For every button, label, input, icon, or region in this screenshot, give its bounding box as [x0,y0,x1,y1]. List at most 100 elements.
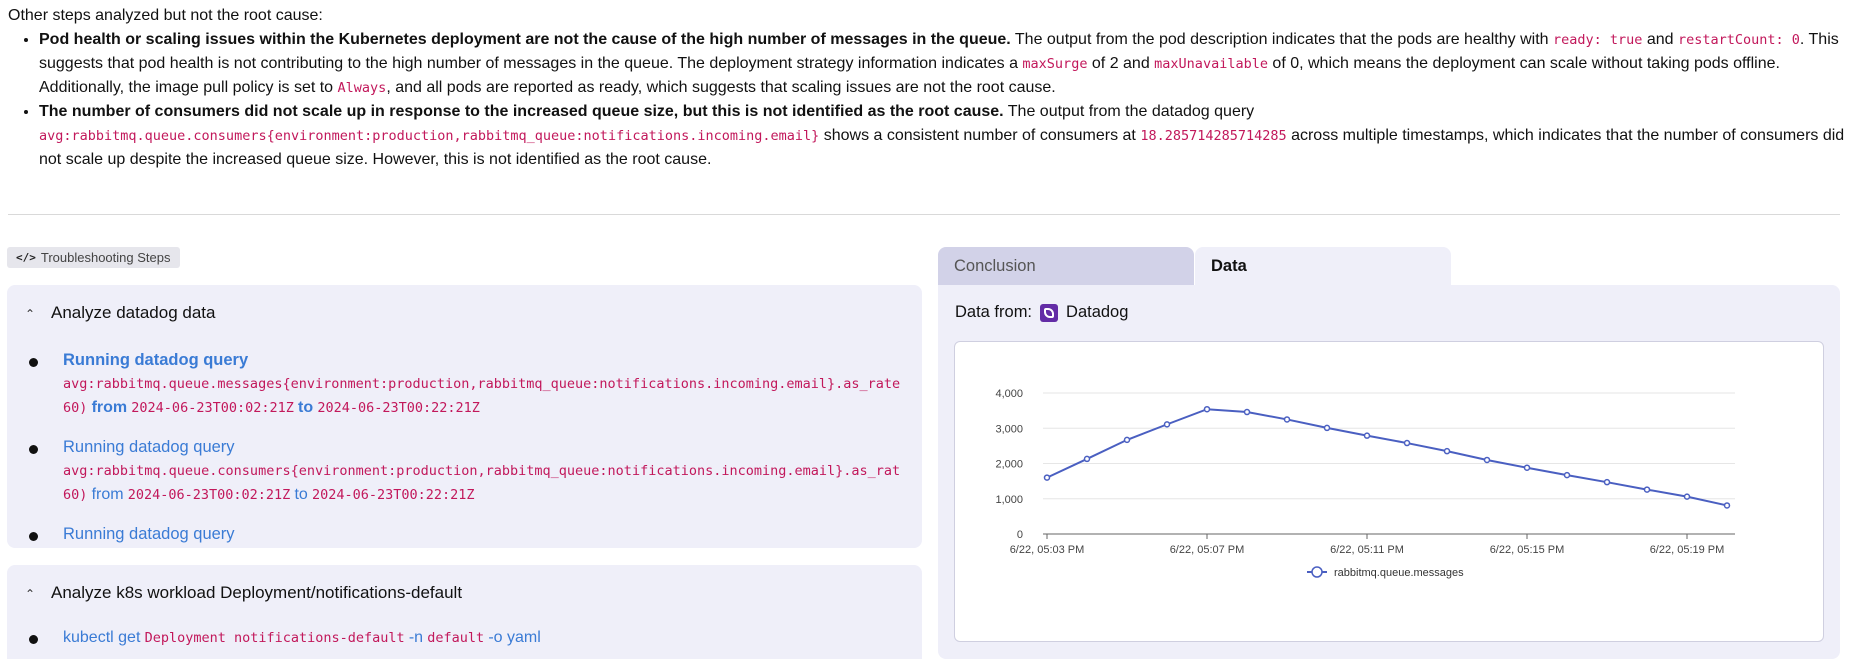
tab-conclusion[interactable]: Conclusion [938,247,1194,285]
step-title-link[interactable]: Running datadog query [63,525,235,544]
section-title: Analyze k8s workload Deployment/notifica… [51,583,463,602]
command-arg: Deployment notifications-default [144,630,405,646]
summary-text: and [1642,31,1678,48]
inline-code: maxUnavailable [1154,56,1268,72]
query-range-line: 60) from 2024-06-23T00:02:21Z to 2024-06… [63,396,480,420]
section-header[interactable]: ⌃ Analyze k8s workload Deployment/notifi… [25,583,462,603]
section-analyze-datadog: ⌃ Analyze datadog data Running datadog q… [7,285,922,548]
legend-label: rabbitmq.queue.messages [1334,567,1464,579]
y-tick-label: 2,000 [995,459,1023,471]
to-label: to [298,399,314,416]
from-label: from [91,486,124,503]
y-tick-label: 1,000 [995,494,1023,506]
data-point [1363,432,1371,439]
kubectl-command[interactable]: kubectl get Deployment notifications-def… [63,626,541,650]
legend-marker [1311,566,1323,578]
y-tick-label: 3,000 [995,423,1023,435]
series-line [1046,408,1728,507]
troubleshooting-steps-badge: </> Troubleshooting Steps [7,247,181,268]
data-source: Data from: Datadog [955,303,1128,322]
query-code: 60) [63,400,88,416]
command-arg: default [427,630,485,646]
step-item: Running datadog query avg:rabbitmq.queue… [29,438,922,508]
bullet [29,445,38,454]
data-point [1283,416,1291,423]
query-line: avg:rabbitmq.queue.consumers{environment… [63,459,900,483]
summary-heading: Other steps analyzed but not the root ca… [8,7,323,24]
x-tick-label: 6/22, 05:15 PM [1490,544,1565,556]
data-point [1723,502,1731,509]
bullet [29,358,38,367]
query-line: avg:rabbitmq.queue.messages{environment:… [63,372,900,396]
data-tab-content: Data from: Datadog 0 1,000 2,000 3,000 4,000… [938,285,1840,659]
step-item: kubectl get Deployment notifications-def… [29,628,922,652]
inline-code: restartCount: 0 [1678,32,1800,48]
command-text: kubectl get [63,629,141,646]
summary-text: The output from the datadog query [1003,103,1255,120]
summary-item-pod-health: Pod health or scaling issues within the … [39,28,1848,100]
source-name: Datadog [1066,303,1129,321]
data-point [1323,424,1331,432]
chevron-up-icon[interactable]: ⌃ [25,587,37,601]
command-text: -n [408,629,424,646]
from-time: 2024-06-23T00:02:21Z [131,400,294,416]
step-title-link[interactable]: Running datadog query [63,351,248,370]
step-title-link[interactable]: Running datadog query [63,438,235,457]
to-time: 2024-06-23T00:22:21Z [317,400,480,416]
to-label: to [294,486,308,503]
data-point [1683,493,1691,500]
section-header[interactable]: ⌃ Analyze datadog data [25,303,215,323]
command-text: -o yaml [488,629,541,646]
data-point [1043,474,1051,481]
data-from-label: Data from: [955,303,1033,321]
from-label: from [91,399,128,416]
data-point [1403,439,1411,447]
x-tick-label: 6/22, 05:19 PM [1650,544,1725,556]
summary-text: The output from the pod description indi… [1010,31,1553,48]
code-icon: </> [16,251,36,264]
tab-data[interactable]: Data [1195,247,1451,285]
inline-code: avg:rabbitmq.queue.consumers{environment… [39,128,820,144]
data-point [1563,471,1571,479]
to-time: 2024-06-23T00:22:21Z [311,487,475,503]
data-point [1163,421,1171,428]
y-tick-label: 4,000 [995,388,1023,400]
step-item: Running datadog query [29,525,922,548]
summary-item-title: The number of consumers did not scale up… [39,103,1004,120]
data-point [1483,456,1491,464]
data-point [1123,436,1131,444]
section-divider [8,214,1840,215]
section-title: Analyze datadog data [51,303,216,322]
from-time: 2024-06-23T00:02:21Z [127,487,291,503]
bullet [29,635,38,644]
summary-item-title: Pod health or scaling issues within the … [39,31,1011,48]
data-point [1643,486,1651,493]
data-point [1523,464,1531,471]
section-analyze-k8s-workload: ⌃ Analyze k8s workload Deployment/notifi… [7,565,922,659]
chevron-up-icon[interactable]: ⌃ [25,307,37,321]
analysis-summary: Other steps analyzed but not the root ca… [8,4,1848,172]
datadog-logo-icon [1040,303,1059,322]
badge-label: Troubleshooting Steps [40,250,171,265]
query-code: avg:rabbitmq.queue.messages{environment:… [63,376,901,392]
query-code: 60) [63,487,88,503]
chart-card: 0 1,000 2,000 3,000 4,000 6/22, 05:03 PM 6/22,… [954,341,1824,642]
summary-item-consumers: The number of consumers did not scale up… [39,100,1848,172]
data-point [1443,447,1451,455]
line-chart: 0 1,000 2,000 3,000 4,000 6/22, 05:03 PM 6/22,… [995,388,1735,579]
data-point [1243,408,1251,416]
summary-text: , and all pods are reported as ready, wh… [386,79,1056,96]
data-point [1083,455,1091,463]
inline-code: ready: true [1553,32,1643,48]
y-tick-label: 0 [1017,529,1023,541]
data-point [1203,405,1211,413]
summary-text: of 2 and [1087,55,1155,72]
query-range-line: 60) from 2024-06-23T00:02:21Z to 2024-06… [63,483,475,507]
inline-code: 18.285714285714285 [1140,128,1287,144]
inline-code: Always [337,80,387,96]
summary-list: Pod health or scaling issues within the … [8,28,1848,172]
x-tick-label: 6/22, 05:07 PM [1170,544,1245,556]
x-tick-label: 6/22, 05:03 PM [1010,544,1085,556]
x-tick-label: 6/22, 05:11 PM [1330,544,1404,556]
bullet [29,532,38,541]
